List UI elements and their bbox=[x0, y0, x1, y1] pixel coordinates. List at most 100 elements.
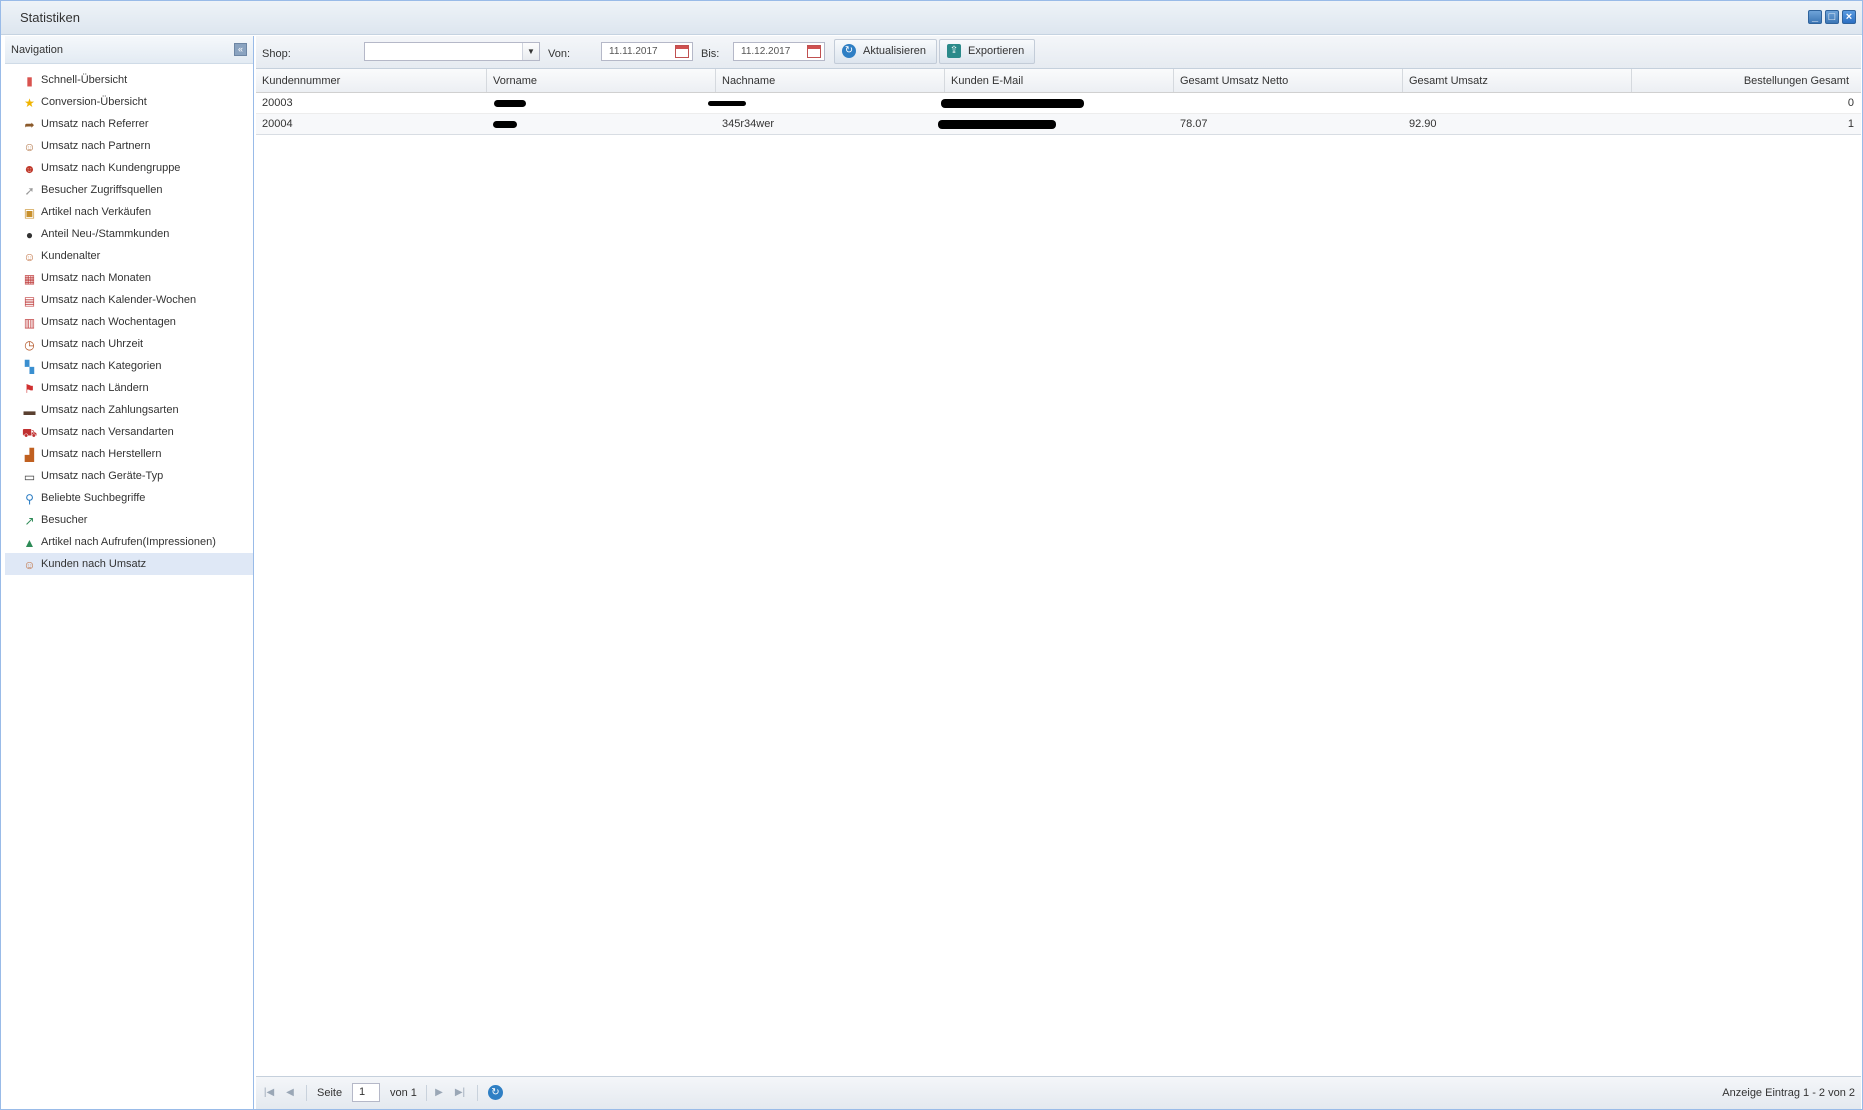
refresh-button[interactable]: ↻ Aktualisieren bbox=[834, 39, 937, 64]
sidebar-item-label: Schnell-Übersicht bbox=[41, 74, 128, 86]
sidebar-item[interactable]: ▭ Umsatz nach Geräte-Typ bbox=[5, 465, 253, 487]
page-count-label: von 1 bbox=[390, 1087, 417, 1099]
sidebar-item[interactable]: ▬ Umsatz nach Zahlungsarten bbox=[5, 399, 253, 421]
group-icon: ☻ bbox=[23, 161, 36, 176]
cell-bestellungen: 0 bbox=[1847, 97, 1854, 109]
sidebar-item-label: Conversion-Übersicht bbox=[41, 96, 147, 108]
divider bbox=[477, 1085, 478, 1101]
arrow-icon: ➦ bbox=[24, 117, 35, 132]
sidebar-item-label: Umsatz nach Versandarten bbox=[41, 426, 174, 438]
statistics-window: Statistiken _ □ × Navigation « ▮ Schnell-… bbox=[0, 0, 1863, 1110]
table-row[interactable]: 20004 345r34wer 78.07 92.90 1 bbox=[256, 114, 1861, 135]
divider bbox=[426, 1085, 427, 1101]
sidebar-item[interactable]: ▥ Umsatz nach Wochentagen bbox=[5, 311, 253, 333]
paging-info: Anzeige Eintrag 1 - 2 von 2 bbox=[1722, 1087, 1855, 1099]
chevron-down-icon[interactable]: ▼ bbox=[522, 43, 539, 60]
minimize-icon[interactable]: _ bbox=[1808, 10, 1822, 24]
category-icon: ▚ bbox=[24, 359, 35, 374]
von-date-field[interactable]: 11.11.2017 bbox=[601, 42, 693, 61]
sidebar-item-label: Umsatz nach Kundengruppe bbox=[41, 162, 181, 174]
export-icon: ⇪ bbox=[947, 44, 961, 58]
grid-header: Kundennummer Vorname Nachname Kunden E-M… bbox=[256, 69, 1861, 93]
sidebar-item[interactable]: ➦ Umsatz nach Referrer bbox=[5, 113, 253, 135]
refresh-icon: ↻ bbox=[842, 44, 856, 58]
truck-icon: ⛟ bbox=[21, 425, 38, 440]
window-titlebar[interactable]: Statistiken _ □ × bbox=[1, 1, 1862, 35]
collapse-panel-icon[interactable]: « bbox=[234, 43, 247, 56]
table-row[interactable]: 20003 0 bbox=[256, 93, 1861, 114]
sidebar-item[interactable]: ★ Conversion-Übersicht bbox=[5, 91, 253, 113]
sidebar-item[interactable]: ▟ Umsatz nach Herstellern bbox=[5, 443, 253, 465]
sidebar-item[interactable]: ● Anteil Neu-/Stammkunden bbox=[5, 223, 253, 245]
user-icon: ☺ bbox=[23, 249, 36, 264]
sidebar-item[interactable]: ◷ Umsatz nach Uhrzeit bbox=[5, 333, 253, 355]
package-icon: ▣ bbox=[23, 205, 36, 220]
close-icon[interactable]: × bbox=[1842, 10, 1856, 24]
sidebar-item-label: Anteil Neu-/Stammkunden bbox=[41, 228, 170, 240]
cell-umsatz-netto bbox=[1174, 93, 1403, 113]
column-header-umsatz-netto[interactable]: Gesamt Umsatz Netto bbox=[1174, 69, 1403, 92]
cell-nachname bbox=[716, 93, 945, 113]
cell-vorname bbox=[487, 114, 716, 134]
sidebar-item-label: Kundenalter bbox=[41, 250, 101, 262]
sidebar-item-label: Umsatz nach Geräte-Typ bbox=[41, 470, 164, 482]
sidebar-item[interactable]: ➚ Besucher Zugriffsquellen bbox=[5, 179, 253, 201]
sidebar-item-label: Umsatz nach Partnern bbox=[41, 140, 151, 152]
column-header-umsatz[interactable]: Gesamt Umsatz bbox=[1403, 69, 1632, 92]
first-page-icon[interactable]: |◀ bbox=[262, 1086, 276, 1100]
clock-icon: ◷ bbox=[24, 337, 35, 352]
sidebar-item[interactable]: ☻ Umsatz nach Kundengruppe bbox=[5, 157, 253, 179]
sidebar-item[interactable]: ▚ Umsatz nach Kategorien bbox=[5, 355, 253, 377]
cell-bestellungen: 1 bbox=[1847, 118, 1854, 130]
bis-date-field[interactable]: 11.12.2017 bbox=[733, 42, 825, 61]
refresh-icon[interactable]: ↻ bbox=[488, 1085, 503, 1100]
sidebar-item[interactable]: ☺ Kundenalter bbox=[5, 245, 253, 267]
maximize-icon[interactable]: □ bbox=[1825, 10, 1839, 24]
sidebar-item[interactable]: ▤ Umsatz nach Kalender-Wochen bbox=[5, 289, 253, 311]
sidebar-item-label: Beliebte Suchbegriffe bbox=[41, 492, 146, 504]
redaction-mark bbox=[938, 120, 1056, 129]
next-page-icon[interactable]: ▶ bbox=[432, 1086, 446, 1100]
bis-date-value: 11.12.2017 bbox=[741, 46, 791, 57]
calendar-icon[interactable] bbox=[807, 45, 821, 58]
column-header-nachname[interactable]: Nachname bbox=[716, 69, 945, 92]
paging-toolbar: |◀ ◀ Seite 1 von 1 ▶ ▶| ↻ Anzeige Eintra… bbox=[256, 1076, 1861, 1109]
sidebar-item-label: Artikel nach Aufrufen(Impressionen) bbox=[41, 536, 216, 548]
calendar-icon[interactable] bbox=[675, 45, 689, 58]
user-dark-icon: ● bbox=[25, 227, 34, 242]
column-header-bestellungen[interactable]: Bestellungen Gesamt bbox=[1632, 69, 1863, 92]
sidebar-item[interactable]: ▦ Umsatz nach Monaten bbox=[5, 267, 253, 289]
redaction-mark bbox=[493, 121, 517, 128]
sidebar-item[interactable]: ☺ Kunden nach Umsatz bbox=[5, 553, 253, 575]
column-header-vorname[interactable]: Vorname bbox=[487, 69, 716, 92]
sidebar-item-label: Umsatz nach Herstellern bbox=[41, 448, 162, 460]
sidebar-item-label: Umsatz nach Ländern bbox=[41, 382, 149, 394]
sidebar-item-label: Umsatz nach Monaten bbox=[41, 272, 152, 284]
last-page-icon[interactable]: ▶| bbox=[453, 1086, 467, 1100]
von-date-value: 11.11.2017 bbox=[609, 46, 658, 57]
magnifier-icon: ⚲ bbox=[25, 491, 34, 506]
sidebar-item[interactable]: ▮ Schnell-Übersicht bbox=[5, 69, 253, 91]
page-number-input[interactable]: 1 bbox=[352, 1083, 380, 1102]
sidebar-item-label: Umsatz nach Wochentagen bbox=[41, 316, 176, 328]
sidebar-item[interactable]: ▲ Artikel nach Aufrufen(Impressionen) bbox=[5, 531, 253, 553]
sidebar-item[interactable]: ☺ Umsatz nach Partnern bbox=[5, 135, 253, 157]
window-title: Statistiken bbox=[20, 10, 80, 25]
cell-kundennummer: 20004 bbox=[262, 118, 293, 130]
previous-page-icon[interactable]: ◀ bbox=[283, 1086, 297, 1100]
shop-select[interactable]: ▼ bbox=[364, 42, 540, 61]
navigation-header: Navigation « bbox=[5, 36, 253, 64]
sidebar-item[interactable]: ⚑ Umsatz nach Ländern bbox=[5, 377, 253, 399]
sidebar-item-label: Umsatz nach Kategorien bbox=[41, 360, 162, 372]
sidebar-item[interactable]: ▣ Artikel nach Verkäufen bbox=[5, 201, 253, 223]
main-panel: Shop: ▼ Von: 11.11.2017 Bis: 11.12.2017 … bbox=[256, 36, 1861, 1109]
export-button[interactable]: ⇪ Exportieren bbox=[939, 39, 1036, 64]
column-header-email[interactable]: Kunden E-Mail bbox=[945, 69, 1174, 92]
navigation-list: ▮ Schnell-Übersicht ★ Conversion-Übersicht ➦… bbox=[5, 64, 253, 575]
factory-icon: ▟ bbox=[24, 447, 35, 462]
sidebar-item[interactable]: ⛟ Umsatz nach Versandarten bbox=[5, 421, 253, 443]
sidebar-item[interactable]: ↗ Besucher bbox=[5, 509, 253, 531]
column-header-kundennummer[interactable]: Kundennummer bbox=[256, 69, 487, 92]
redaction-mark bbox=[494, 100, 526, 107]
sidebar-item[interactable]: ⚲ Beliebte Suchbegriffe bbox=[5, 487, 253, 509]
